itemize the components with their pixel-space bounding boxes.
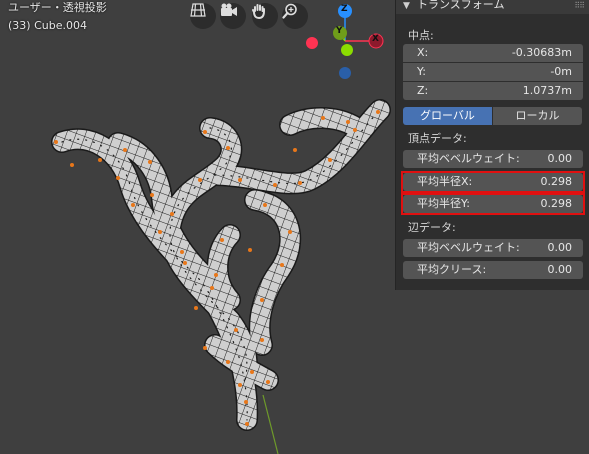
local-toggle-button[interactable]: ローカル xyxy=(493,107,582,125)
grid-view-icon xyxy=(190,3,206,17)
median-z-field[interactable]: Z: 1.0737m xyxy=(403,82,583,100)
zoom-icon xyxy=(282,3,297,19)
panel-header[interactable]: ▼ トランスフォーム ⠿⠿ xyxy=(396,0,589,14)
panel-title: トランスフォーム xyxy=(417,0,505,11)
axis-neg-y-icon[interactable] xyxy=(341,44,353,56)
edge-crease-value: 0.00 xyxy=(547,263,573,276)
ornament-mesh xyxy=(51,99,391,431)
edge-bevel-weight-field[interactable]: 平均ベベルウェイト: 0.00 xyxy=(403,239,583,257)
vertex-bevel-weight-value: 0.00 xyxy=(547,152,573,165)
median-label: 中点: xyxy=(408,29,434,42)
median-x-field[interactable]: X: -0.30683m xyxy=(403,44,583,62)
median-y-label: Y: xyxy=(417,65,426,78)
median-y-field[interactable]: Y: -0m xyxy=(403,63,583,81)
highlight-radius-x xyxy=(401,171,585,193)
global-toggle-button[interactable]: グローバル xyxy=(403,107,492,125)
edge-bevel-weight-value: 0.00 xyxy=(547,241,573,254)
median-x-label: X: xyxy=(417,46,429,59)
vertex-bevel-weight-field[interactable]: 平均ベベルウェイト: 0.00 xyxy=(403,150,583,168)
median-z-value: 1.0737m xyxy=(522,84,572,97)
edge-bevel-weight-label: 平均ベベルウェイト: xyxy=(417,241,520,254)
collapse-arrow-icon[interactable]: ▼ xyxy=(403,0,410,12)
camera-icon xyxy=(221,3,237,16)
object-label: (33) Cube.004 xyxy=(8,19,87,32)
edge-data-label: 辺データ: xyxy=(408,221,456,234)
zoom-view-button[interactable] xyxy=(282,3,308,29)
drag-grip-icon[interactable]: ⠿⠿ xyxy=(574,0,585,12)
hand-pan-icon xyxy=(252,4,265,19)
axis-z-label: Z xyxy=(341,4,348,14)
median-x-value: -0.30683m xyxy=(511,46,572,59)
grid-view-button[interactable] xyxy=(190,3,216,29)
pan-view-button[interactable] xyxy=(252,3,278,29)
edge-crease-label: 平均クリース: xyxy=(417,263,487,276)
view-title: ユーザー・透視投影 xyxy=(8,1,107,14)
vertex-bevel-weight-label: 平均ベベルウェイト: xyxy=(417,152,520,165)
highlight-radius-y xyxy=(401,193,585,215)
axis-neg-x-icon[interactable] xyxy=(306,37,318,49)
axis-y-label: Y xyxy=(336,26,343,36)
vertex-data-label: 頂点データ: xyxy=(408,132,467,145)
median-z-label: Z: xyxy=(417,84,429,97)
edge-crease-field[interactable]: 平均クリース: 0.00 xyxy=(403,261,583,279)
axis-neg-z-icon[interactable] xyxy=(339,67,351,79)
camera-view-button[interactable] xyxy=(220,3,246,29)
axis-x-label: X xyxy=(372,34,379,44)
median-y-value: -0m xyxy=(550,65,572,78)
